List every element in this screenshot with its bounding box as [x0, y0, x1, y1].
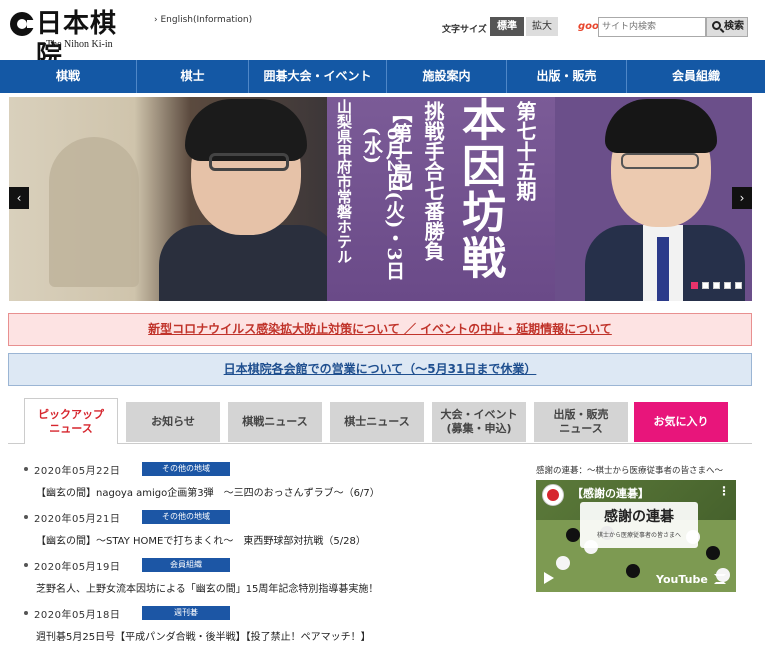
- hero-venue: 山梨県甲府市常磐ホテル: [335, 99, 353, 264]
- nav-item-facilities[interactable]: 施設案内: [387, 60, 507, 93]
- search-button-label: 検索: [724, 21, 744, 32]
- category-badge: 会員組織: [142, 558, 230, 572]
- nav-item-players[interactable]: 棋士: [137, 60, 249, 93]
- play-icon[interactable]: [544, 572, 554, 584]
- channel-avatar-icon[interactable]: [542, 484, 564, 506]
- list-item: 2020年05月18日 週刊碁 週刊碁5月25日号【平成パンダ合戦・後半戦】【投…: [24, 602, 504, 645]
- hero-title: 本因坊戦: [454, 97, 505, 281]
- font-size-label: 文字サイズ: [442, 25, 487, 35]
- player-photo-right: [585, 97, 745, 301]
- nav-item-tournaments[interactable]: 棋戦: [0, 60, 137, 93]
- tab-favorites[interactable]: お気に入り: [634, 402, 728, 442]
- bullet-icon: [24, 611, 28, 615]
- category-badge: その他の地域: [142, 462, 230, 476]
- covid-notice-link[interactable]: 新型コロナウイルス感染拡大防止対策について ／ イベントの中止・延期情報について: [8, 313, 752, 346]
- video-header: 【感謝の連碁】 ⋮: [536, 480, 736, 506]
- tab-player-news[interactable]: 棋士ニュース: [330, 402, 424, 442]
- tab-pickup-news[interactable]: ピックアップ ニュース: [24, 398, 118, 444]
- news-content: 2020年05月22日 その他の地域 【幽玄の間】nagoya amigo企画第…: [8, 444, 752, 645]
- carousel-next-icon[interactable]: ›: [732, 187, 752, 209]
- english-link-label: English(Information): [160, 15, 253, 25]
- tab-label: ピックアップ: [38, 407, 104, 421]
- list-item: 2020年05月21日 その他の地域 【幽玄の間】～STAY HOMEで打ちまく…: [24, 506, 504, 554]
- logo-mark-icon: [10, 12, 36, 36]
- main-nav: 棋戦 棋士 囲碁大会・イベント 施設案内 出版・販売 会員組織: [0, 60, 765, 93]
- font-size-standard-button[interactable]: 標準: [490, 17, 524, 36]
- video-title[interactable]: 【感謝の連碁】: [572, 485, 649, 501]
- nav-item-events[interactable]: 囲碁大会・イベント: [249, 60, 387, 93]
- tab-label: お気に入り: [653, 415, 709, 428]
- news-title-link[interactable]: 芝野名人、上野女流本因坊による「幽玄の間」15周年記念特別指導碁実施！: [36, 580, 378, 595]
- font-size-large-button[interactable]: 拡大: [526, 17, 558, 36]
- news-title-link[interactable]: 【幽玄の間】～STAY HOMEで打ちまくれ～ 東西野球部対抗戦（5/28）: [36, 532, 366, 547]
- list-item: 2020年05月22日 その他の地域 【幽玄の間】nagoya amigo企画第…: [24, 458, 504, 506]
- fullscreen-icon[interactable]: [714, 574, 726, 584]
- tab-label: ニュース: [49, 421, 93, 435]
- tab-events[interactable]: 大会・イベント (募集・申込): [432, 402, 526, 442]
- carousel-dot[interactable]: [702, 282, 709, 289]
- hero-right-image: [555, 97, 752, 301]
- video-label: 感謝の連碁：～棋士から医療従事者の皆さまへ～: [536, 466, 724, 476]
- carousel-dots: [691, 282, 742, 289]
- news-date: 2020年05月19日: [34, 561, 121, 573]
- hero-title-panel: 第七十五期 本因坊戦 挑戦手合七番勝負 【第一局】 6月2日(火)・3日(水) …: [327, 97, 557, 301]
- site-search-input[interactable]: [598, 17, 706, 37]
- tab-publication-news[interactable]: 出版・販売 ニュース: [534, 402, 628, 442]
- news-date: 2020年05月18日: [34, 609, 121, 621]
- goo-logo: goo: [578, 21, 599, 32]
- tab-label: 棋戦ニュース: [242, 415, 308, 428]
- video-title-card: 感謝の連碁 棋士から医療従事者の皆さまへ: [580, 502, 698, 548]
- bullet-icon: [24, 467, 28, 471]
- bullet-icon: [24, 515, 28, 519]
- news-date: 2020年05月21日: [34, 513, 121, 525]
- search-button[interactable]: 検索: [706, 17, 748, 37]
- more-options-icon[interactable]: ⋮: [718, 484, 730, 498]
- tab-label: 棋士ニュース: [344, 415, 410, 428]
- carousel-prev-icon[interactable]: ‹: [9, 187, 29, 209]
- nav-item-publications[interactable]: 出版・販売: [507, 60, 627, 93]
- site-logo[interactable]: 日本棋院 The Nihon Ki-in: [10, 8, 140, 71]
- tab-label: 大会・イベント: [440, 408, 518, 421]
- news-tabs: ピックアップ ニュース お知らせ 棋戦ニュース 棋士ニュース 大会・イベント (募集…: [8, 398, 752, 444]
- english-link[interactable]: › English(Information): [154, 15, 252, 25]
- tab-label: ニュース: [559, 422, 603, 435]
- tab-label: お知らせ: [151, 415, 195, 428]
- video-embed[interactable]: 感謝の連碁 棋士から医療従事者の皆さまへ 【感謝の連碁】 ⋮ YouTube: [536, 480, 736, 592]
- category-badge: 週刊碁: [142, 606, 230, 620]
- tab-label: 出版・販売: [553, 408, 609, 421]
- list-item: 2020年05月19日 会員組織 芝野名人、上野女流本因坊による「幽玄の間」15…: [24, 554, 504, 602]
- video-card-title: 感謝の連碁: [604, 509, 674, 525]
- hero-date: 6月2日(火)・3日(水): [361, 127, 405, 280]
- tab-announcements[interactable]: お知らせ: [126, 402, 220, 442]
- business-hours-notice-link[interactable]: 日本棋院各会館での営業について（～5月31日まで休業）: [8, 353, 752, 386]
- site-header: 日本棋院 The Nihon Ki-in › English(Informati…: [0, 0, 765, 71]
- bullet-icon: [24, 563, 28, 567]
- tab-tournament-news[interactable]: 棋戦ニュース: [228, 402, 322, 442]
- scroll-painting: [49, 137, 139, 287]
- logo-subtitle: The Nihon Ki-in: [46, 39, 113, 50]
- news-date: 2020年05月22日: [34, 465, 121, 477]
- hero-match: 挑戦手合七番勝負: [421, 101, 445, 261]
- nav-item-membership[interactable]: 会員組織: [627, 60, 765, 93]
- search-icon: [712, 21, 721, 30]
- carousel-dot[interactable]: [724, 282, 731, 289]
- carousel-dot[interactable]: [713, 282, 720, 289]
- player-photo-left: [159, 99, 339, 301]
- news-title-link[interactable]: 【幽玄の間】nagoya amigo企画第3弾 ～三四のおっさんずラブ～（6/7…: [36, 484, 380, 499]
- news-list: 2020年05月22日 その他の地域 【幽玄の間】nagoya amigo企画第…: [24, 458, 504, 645]
- hero-term: 第七十五期: [513, 101, 537, 201]
- video-card-subtitle: 棋士から医療従事者の皆さまへ: [596, 532, 681, 539]
- hero-banner[interactable]: 第七十五期 本因坊戦 挑戦手合七番勝負 【第一局】 6月2日(火)・3日(水) …: [9, 97, 752, 301]
- news-title-link[interactable]: 週刊碁5月25日号【平成パンダ合戦・後半戦】【投了禁止！ペアマッチ！】: [36, 628, 371, 643]
- tab-label: (募集・申込): [446, 422, 512, 435]
- category-badge: その他の地域: [142, 510, 230, 524]
- carousel-dot[interactable]: [691, 282, 698, 289]
- hero-left-image: [9, 97, 339, 301]
- youtube-logo[interactable]: YouTube: [656, 573, 708, 586]
- carousel-dot[interactable]: [735, 282, 742, 289]
